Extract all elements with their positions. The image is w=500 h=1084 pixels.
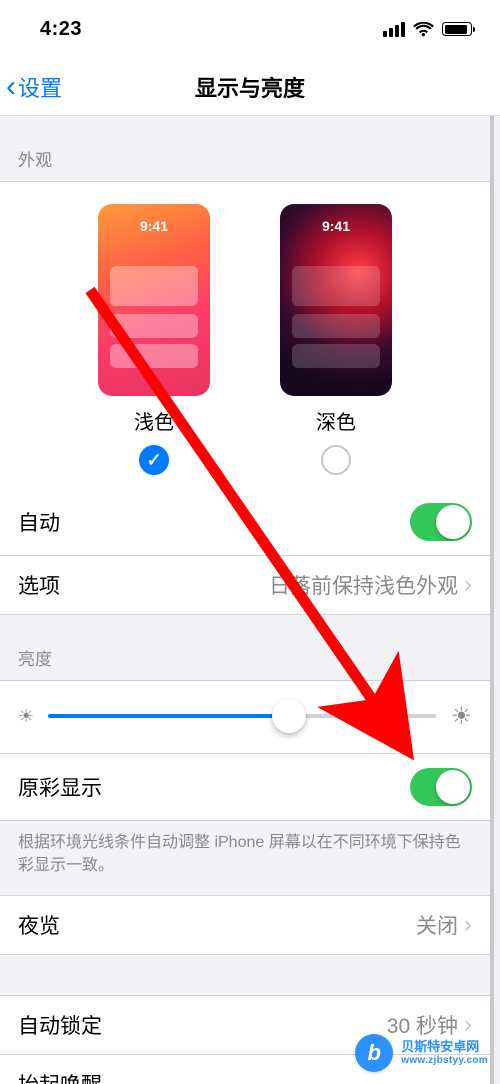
appearance-previews: 9:41 浅色 ✓ 9:41 深色: [0, 182, 490, 489]
dark-radio[interactable]: [321, 445, 351, 475]
section-header-appearance: 外观: [0, 116, 490, 181]
watermark: b 贝斯特安卓网 www.zjbstyy.com: [355, 1034, 488, 1072]
auto-label: 自动: [18, 507, 60, 537]
auto-appearance-switch[interactable]: [410, 503, 472, 541]
chevron-right-icon: ›: [464, 913, 472, 937]
nightshift-card: 夜览 关闭›: [0, 895, 490, 955]
light-radio[interactable]: ✓: [139, 445, 169, 475]
settings-scroll[interactable]: 外观 9:41 浅色 ✓ 9:41 深色: [0, 116, 494, 1084]
true-tone-switch[interactable]: [410, 768, 472, 806]
battery-icon: [442, 22, 472, 36]
dark-preview: 9:41: [280, 204, 392, 396]
status-time: 4:23: [40, 18, 82, 41]
options-value: 日落前保持浅色外观: [269, 570, 458, 600]
preview-clock: 9:41: [280, 218, 392, 234]
true-tone-label: 原彩显示: [18, 772, 102, 802]
sun-large-icon: ☀︎: [450, 702, 472, 731]
true-tone-footer: 根据环境光线条件自动调整 iPhone 屏幕以在不同环境下保持色彩显示一致。: [0, 821, 490, 895]
brightness-slider[interactable]: [48, 701, 436, 731]
status-bar: 4:23: [0, 0, 500, 58]
page-title: 显示与亮度: [0, 71, 500, 103]
sun-small-icon: ☀︎: [18, 706, 34, 727]
watermark-url: www.zjbstyy.com: [401, 1055, 488, 1067]
nav-bar: ‹ 设置 显示与亮度: [0, 58, 500, 116]
light-label: 浅色: [134, 406, 174, 435]
row-true-tone: 原彩显示: [0, 753, 490, 820]
status-icons: [383, 22, 472, 37]
appearance-option-dark[interactable]: 9:41 深色: [280, 204, 392, 475]
options-label: 选项: [18, 570, 60, 600]
brightness-slider-row: ☀︎ ☀︎: [0, 681, 490, 753]
watermark-name: 贝斯特安卓网: [401, 1039, 488, 1055]
night-shift-label: 夜览: [18, 910, 60, 940]
night-shift-value: 关闭: [416, 910, 458, 940]
brightness-card: ☀︎ ☀︎ 原彩显示: [0, 680, 490, 821]
watermark-logo-icon: b: [355, 1034, 393, 1072]
section-header-brightness: 亮度: [0, 615, 490, 680]
row-auto-appearance: 自动: [0, 489, 490, 555]
cellular-signal-icon: [383, 22, 405, 37]
auto-lock-label: 自动锁定: [18, 1010, 102, 1040]
preview-clock: 9:41: [98, 218, 210, 234]
light-preview: 9:41: [98, 204, 210, 396]
chevron-right-icon: ›: [464, 573, 472, 597]
row-appearance-options[interactable]: 选项 日落前保持浅色外观›: [0, 555, 490, 614]
raise-label: 抬起唤醒: [18, 1069, 102, 1084]
appearance-card: 9:41 浅色 ✓ 9:41 深色 自动: [0, 181, 490, 615]
appearance-option-light[interactable]: 9:41 浅色 ✓: [98, 204, 210, 475]
dark-label: 深色: [316, 406, 356, 435]
wifi-icon: [413, 22, 434, 37]
row-night-shift[interactable]: 夜览 关闭›: [0, 896, 490, 954]
